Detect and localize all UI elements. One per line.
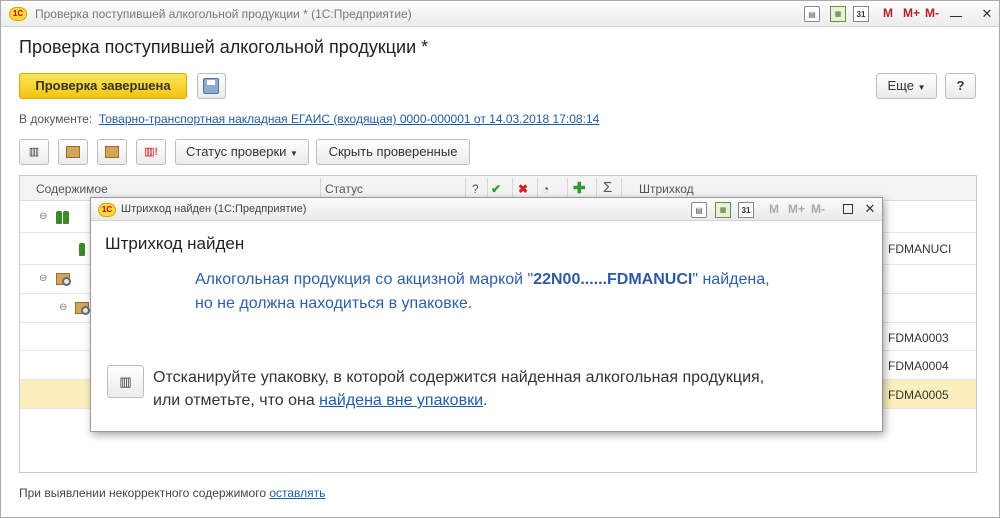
memory-m-button[interactable]: M xyxy=(883,6,893,20)
more-button[interactable]: Еще ▼ xyxy=(876,73,937,99)
save-button[interactable] xyxy=(197,73,226,99)
message-line2: но не должна находиться в упаковке. xyxy=(195,295,473,312)
barcode-cell: FDMA0003 xyxy=(888,331,949,345)
header-status[interactable]: Статус xyxy=(325,182,363,196)
header-barcode[interactable]: Штрихкод xyxy=(639,182,694,196)
main-window: 1С Проверка поступившей алкогольной прод… xyxy=(0,0,1000,518)
package-barcode-button[interactable] xyxy=(97,139,127,165)
close-button[interactable]: ✕ xyxy=(861,200,879,218)
barcode-found-dialog: 1С Штрихкод найден (1С:Предприятие) ▤ ▦ … xyxy=(90,197,883,432)
scan-barcode-button[interactable]: ▥ xyxy=(19,139,49,165)
app-logo: 1С xyxy=(9,7,27,21)
add-package-button[interactable] xyxy=(58,139,88,165)
message-part2: " найдена, xyxy=(692,271,770,288)
barcode-icon: ▥ xyxy=(119,374,132,389)
dialog-title: Штрихкод найден (1С:Предприятие) xyxy=(121,203,307,215)
cross-icon[interactable]: ✖ xyxy=(518,182,528,196)
message-part1: Алкогольная продукция со акцизной маркой… xyxy=(195,271,534,288)
calendar-icon[interactable]: 31 xyxy=(853,6,869,22)
dropdown-icon: ▼ xyxy=(917,83,926,92)
memory-m-button[interactable]: M xyxy=(769,202,779,216)
found-outside-package-link[interactable]: найдена вне упаковки xyxy=(319,392,483,409)
footer-line: При выявлении некорректного содержимого … xyxy=(19,486,325,500)
print-icon[interactable]: ▤ xyxy=(691,202,707,218)
document-line: В документе: Товарно-транспортная наклад… xyxy=(19,112,599,126)
instruction-line2-prefix: или отметьте, что она xyxy=(153,392,320,409)
help-button[interactable]: ? xyxy=(945,73,976,99)
collapse-icon[interactable]: ⊖ xyxy=(39,273,47,284)
bottle-icon xyxy=(63,211,69,224)
scan-instruction: Отсканируйте упаковку, в которой содержи… xyxy=(153,369,765,386)
hide-checked-button[interactable]: Скрыть проверенные xyxy=(316,139,470,165)
calculator-icon[interactable]: ▦ xyxy=(715,202,731,218)
status-check-button[interactable]: Статус проверки ▼ xyxy=(175,139,309,165)
dialog-message: Алкогольная продукция со акцизной маркой… xyxy=(195,268,875,316)
minimize-button[interactable] xyxy=(950,7,962,17)
checkmark-icon[interactable]: ✔ xyxy=(491,182,501,196)
barcode-cell: FDMANUCI xyxy=(888,242,952,256)
close-button[interactable]: ✕ xyxy=(978,5,996,23)
sigma-icon[interactable]: Σ xyxy=(603,179,612,196)
footer-link[interactable]: оставлять xyxy=(269,486,325,500)
collapse-icon[interactable]: ⊖ xyxy=(39,211,47,222)
dialog-title-bar: 1С Штрихкод найден (1С:Предприятие) ▤ ▦ … xyxy=(91,198,882,221)
error-barcode-button[interactable]: ▥! xyxy=(136,139,166,165)
barcode-cell: FDMA0005 xyxy=(888,388,949,402)
pie-icon[interactable]: ◔ xyxy=(542,182,549,196)
package-barcode-icon xyxy=(105,146,119,158)
dialog-heading: Штрихкод найден xyxy=(105,234,245,253)
doc-label: В документе: xyxy=(19,112,93,126)
plus-icon[interactable]: ✚ xyxy=(573,179,586,197)
collapse-icon[interactable]: ⊖ xyxy=(59,302,67,313)
footer-text: При выявлении некорректного содержимого xyxy=(19,486,266,500)
dropdown-icon: ▼ xyxy=(290,149,298,158)
package-icon xyxy=(66,146,80,158)
excise-code: 22N00......FDMANUCI xyxy=(533,271,693,288)
calculator-icon[interactable]: ▦ xyxy=(830,6,846,22)
title-bar: 1С Проверка поступившей алкогольной прод… xyxy=(1,1,999,27)
document-link[interactable]: Товарно-транспортная накладная ЕГАИС (вх… xyxy=(99,112,599,126)
dialog-instruction: Отсканируйте упаковку, в которой содержи… xyxy=(153,366,849,412)
magnifier-icon xyxy=(81,306,90,315)
bottle-icon xyxy=(79,243,85,256)
app-logo: 1С xyxy=(98,203,116,217)
barcode-cell: FDMA0004 xyxy=(888,359,949,373)
maximize-button[interactable] xyxy=(843,204,853,214)
print-icon[interactable]: ▤ xyxy=(804,6,820,22)
memory-minus-button[interactable]: M- xyxy=(925,6,939,20)
status-check-label: Статус проверки xyxy=(186,144,287,159)
header-content[interactable]: Содержимое xyxy=(36,182,108,196)
save-icon xyxy=(203,78,219,94)
memory-plus-button[interactable]: M+ xyxy=(903,6,920,20)
instruction-line2-suffix: . xyxy=(483,392,488,409)
memory-plus-button[interactable]: M+ xyxy=(788,202,805,216)
header-question[interactable]: ? xyxy=(472,182,479,196)
page-title: Проверка поступившей алкогольной продукц… xyxy=(19,37,429,57)
scan-package-button[interactable]: ▥ xyxy=(107,365,144,398)
memory-minus-button[interactable]: M- xyxy=(811,202,825,216)
window-title: Проверка поступившей алкогольной продукц… xyxy=(35,7,412,21)
check-done-button[interactable]: Проверка завершена xyxy=(19,73,187,99)
calendar-icon[interactable]: 31 xyxy=(738,202,754,218)
magnifier-icon xyxy=(62,277,71,286)
bottle-icon xyxy=(56,211,62,224)
more-label: Еще xyxy=(887,78,914,93)
